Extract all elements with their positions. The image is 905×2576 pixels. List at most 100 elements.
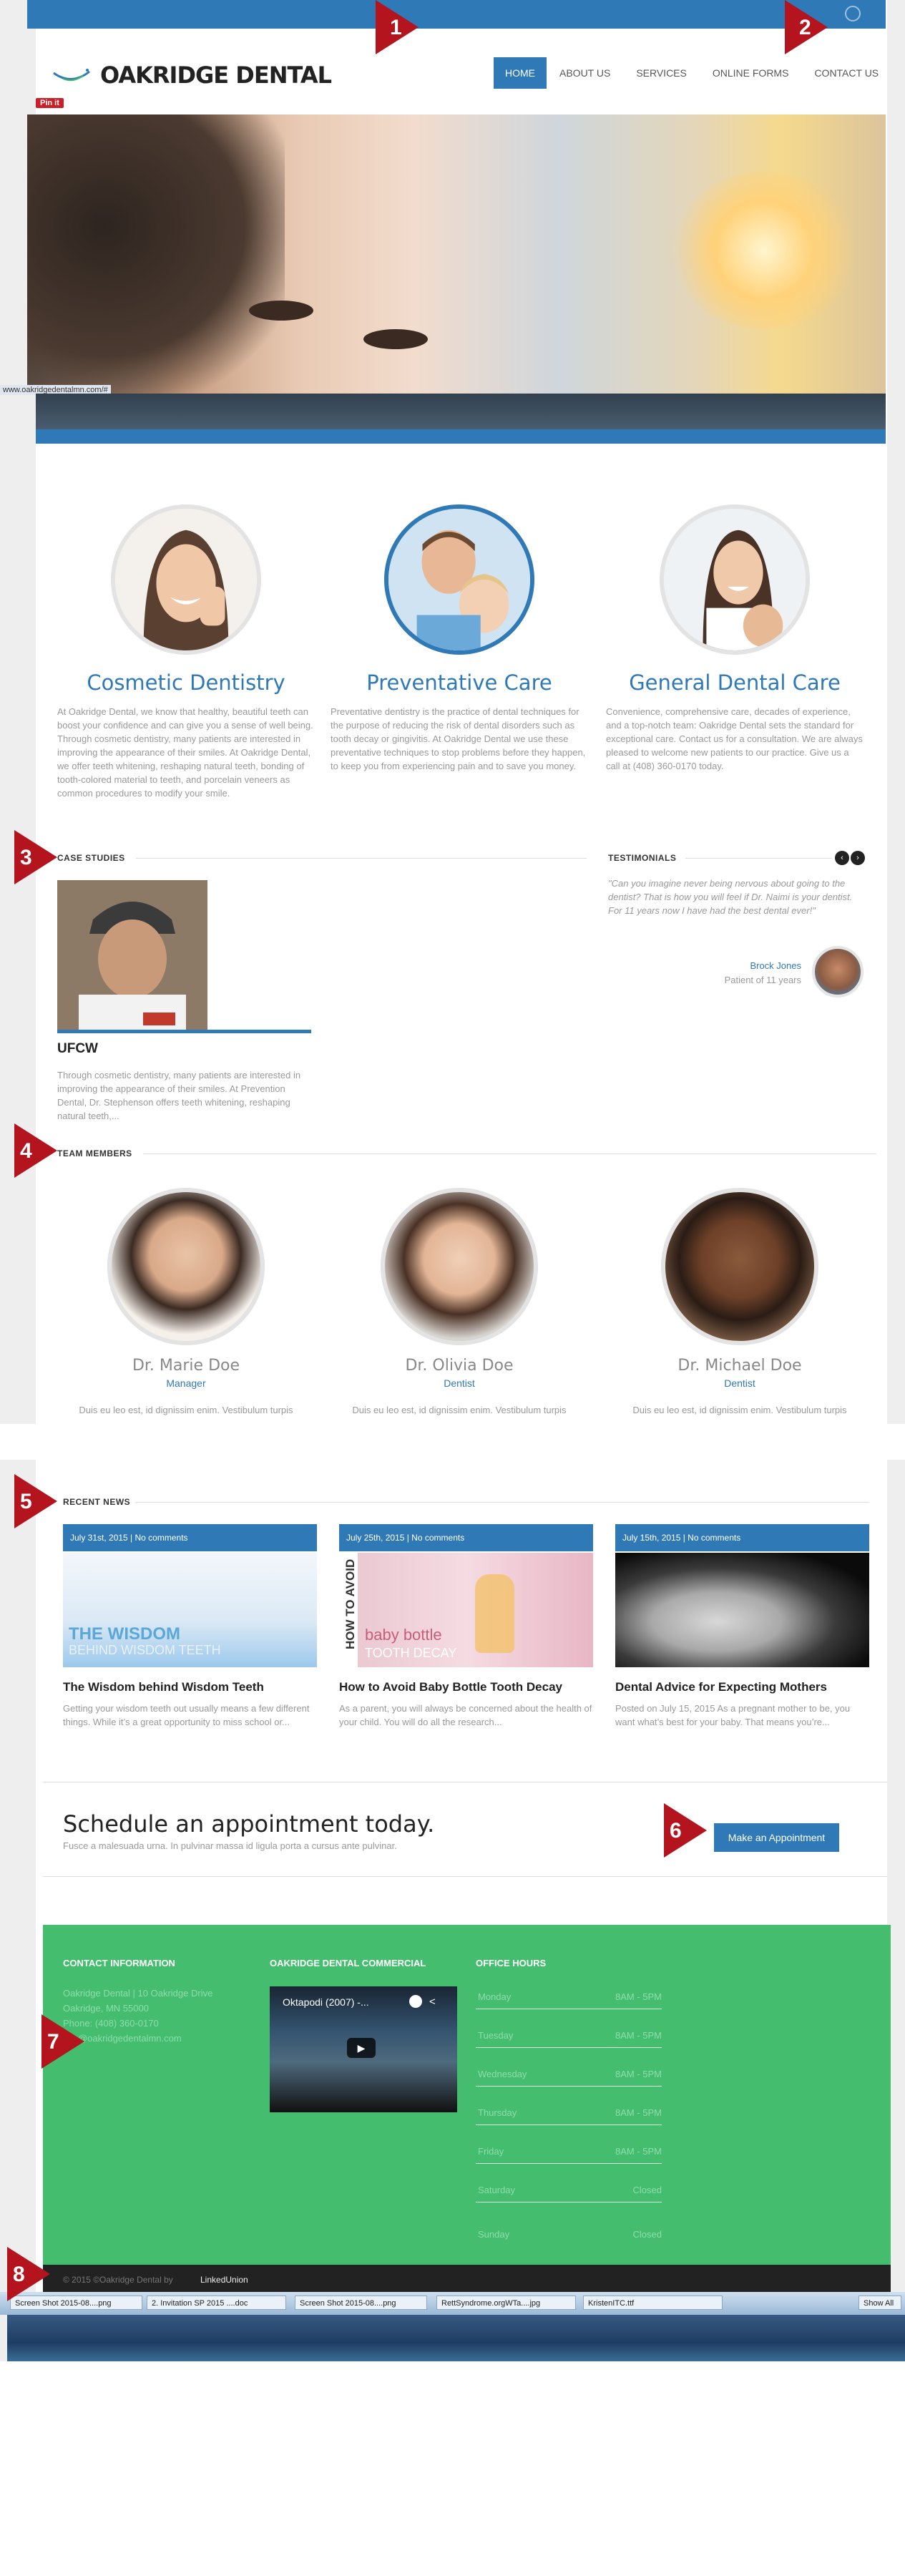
contact-line: Oakridge, MN 55000 — [63, 2003, 149, 2014]
service-title[interactable]: Cosmetic Dentistry — [57, 670, 315, 695]
appointment-title: Schedule an appointment today. — [63, 1810, 435, 1838]
hours-divider — [476, 2163, 662, 2164]
contact-line[interactable]: info@oakridgedentalmn.com — [63, 2031, 242, 2046]
team-member-name[interactable]: Dr. Marie Doe — [57, 1357, 315, 1375]
team-member-name[interactable]: Dr. Olivia Doe — [331, 1357, 588, 1375]
testimonials-heading: TESTIMONIALS — [608, 853, 677, 863]
commercial-heading: OAKRIDGE DENTAL COMMERCIAL — [270, 1958, 426, 1968]
download-item[interactable]: KristenITC.ttf — [583, 2296, 723, 2310]
service-title[interactable]: Preventative Care — [331, 670, 588, 695]
pinit-button[interactable]: Pin it — [36, 98, 64, 108]
news-date[interactable]: July 25th, 2015 | No comments — [339, 1524, 593, 1551]
team-member-role: Manager — [166, 1377, 206, 1389]
team-members-heading: TEAM MEMBERS — [57, 1148, 132, 1158]
news-date[interactable]: July 31st, 2015 | No comments — [63, 1524, 317, 1551]
service-general: General Dental Care Convenience, compreh… — [606, 504, 864, 773]
bottle-shape — [475, 1574, 514, 1653]
site-logo[interactable]: OAKRIDGE DENTAL — [50, 57, 332, 93]
team-member-photo[interactable] — [107, 1188, 265, 1345]
contact-line[interactable]: Phone: (408) 360-0170 — [63, 2016, 242, 2031]
download-item[interactable]: 2. Invitation SP 2015 ....doc — [147, 2296, 286, 2310]
nav-online-forms[interactable]: ONLINE FORMS — [700, 57, 802, 89]
video-title[interactable]: Oktapodi (2007) -... — [283, 1996, 369, 2008]
recent-news-heading: RECENT NEWS — [63, 1497, 131, 1507]
contact-lines: Oakridge Dental | 10 Oakridge Drive Oakr… — [63, 1986, 242, 2046]
team-member-text: Duis eu leo est, id dignissim enim. Vest… — [632, 1405, 847, 1415]
news-excerpt: As a parent, you will always be concerne… — [339, 1703, 592, 1727]
case-study-bar — [57, 1030, 311, 1033]
news-card: July 25th, 2015 | No comments HOW TO AVO… — [339, 1524, 593, 1729]
nav-home[interactable]: HOME — [494, 57, 547, 89]
hero-eye — [363, 329, 428, 349]
nav-services[interactable]: SERVICES — [623, 57, 700, 89]
service-text: At Oakridge Dental, we know that healthy… — [57, 706, 313, 799]
case-study-title[interactable]: UFCW — [57, 1041, 98, 1057]
news-image[interactable]: HOW TO AVOID baby bottle TOOTH DECAY — [339, 1553, 593, 1667]
marker-8-icon: 8 — [7, 2247, 50, 2301]
hero-slider[interactable] — [27, 114, 886, 394]
hours-day: Tuesday — [478, 2030, 514, 2041]
marker-label: 1 — [390, 16, 402, 39]
hours-time: 8AM - 5PM — [615, 2069, 662, 2079]
testimonial-author[interactable]: Brock Jones — [750, 960, 801, 971]
hours-day: Friday — [478, 2146, 504, 2157]
news-image-subtitle: baby bottle — [365, 1626, 442, 1644]
news-image-title: THE WISDOM — [69, 1624, 180, 1644]
hours-day: Wednesday — [478, 2069, 527, 2079]
service-title[interactable]: General Dental Care — [606, 670, 864, 695]
marker-label: 7 — [47, 2030, 59, 2054]
team-member-role: Dentist — [724, 1377, 755, 1389]
father-daughter-brushing-image — [388, 509, 530, 650]
make-appointment-button[interactable]: Make an Appointment — [714, 1823, 839, 1852]
play-icon[interactable]: ▶ — [347, 2038, 376, 2058]
hours-divider — [476, 2086, 662, 2087]
team-member-photo[interactable] — [661, 1188, 818, 1345]
case-study-image[interactable] — [57, 880, 207, 1030]
news-image[interactable] — [615, 1553, 869, 1667]
testimonial-role: Patient of 11 years — [724, 975, 801, 985]
office-hours-heading: OFFICE HOURS — [476, 1958, 547, 1968]
hours-divider — [476, 2124, 662, 2125]
copyright-link[interactable]: LinkedUnion — [200, 2275, 248, 2285]
team-member-photo[interactable] — [381, 1188, 538, 1345]
download-item[interactable]: Screen Shot 2015-08....png — [295, 2296, 427, 2310]
service-preventative: Preventative Care Preventative dentistry… — [331, 504, 588, 773]
team-member-name[interactable]: Dr. Michael Doe — [611, 1357, 869, 1375]
news-image[interactable]: THE WISDOM BEHIND WISDOM TEETH — [63, 1553, 317, 1667]
nav-about-us[interactable]: ABOUT US — [547, 57, 623, 89]
service-text: Preventative dentistry is the practice o… — [331, 706, 586, 771]
team-member-card: Dr. Michael Doe Dentist Duis eu leo est,… — [611, 1188, 869, 1415]
dentist-with-child-image — [664, 509, 806, 650]
service-image[interactable] — [384, 504, 534, 655]
marker-label: 8 — [13, 2263, 25, 2286]
service-image[interactable] — [660, 504, 810, 655]
marker-3-icon: 3 — [14, 830, 57, 884]
marker-label: 2 — [799, 16, 811, 39]
news-title[interactable]: Dental Advice for Expecting Mothers — [615, 1680, 869, 1694]
testimonial-next-button[interactable]: › — [851, 851, 865, 865]
marker-1-icon: 1 — [376, 0, 419, 54]
show-all-button[interactable]: Show All — [858, 2296, 901, 2310]
smiling-woman-image — [115, 509, 257, 650]
news-title[interactable]: How to Avoid Baby Bottle Tooth Decay — [339, 1680, 593, 1694]
hours-time: 8AM - 5PM — [615, 2030, 662, 2041]
team-member-card: Dr. Marie Doe Manager Duis eu leo est, i… — [57, 1188, 315, 1415]
nav-contact-us[interactable]: CONTACT US — [801, 57, 891, 89]
news-image-subtitle-2: TOOTH DECAY — [365, 1646, 457, 1660]
hero-dental-lamp — [671, 172, 857, 329]
news-image-title: HOW TO AVOID — [343, 1558, 357, 1649]
testimonial-avatar — [812, 946, 864, 997]
service-image[interactable] — [111, 504, 261, 655]
marker-6-icon: 6 — [664, 1803, 707, 1858]
share-icon[interactable]: < — [429, 1996, 436, 2008]
clock-icon[interactable] — [845, 6, 861, 21]
testimonial-prev-button[interactable]: ‹ — [835, 851, 849, 865]
hours-day: Monday — [478, 1991, 512, 2002]
news-title[interactable]: The Wisdom behind Wisdom Teeth — [63, 1680, 317, 1694]
watch-later-icon[interactable] — [409, 1995, 422, 2008]
team-member-role: Dentist — [444, 1377, 475, 1389]
copyright-text: © 2015 ©Oakridge Dental by — [63, 2275, 173, 2285]
download-item[interactable]: RettSyndrome.orgWTa....jpg — [436, 2296, 576, 2310]
desktop-background — [7, 2315, 905, 2361]
news-date[interactable]: July 15th, 2015 | No comments — [615, 1524, 869, 1551]
